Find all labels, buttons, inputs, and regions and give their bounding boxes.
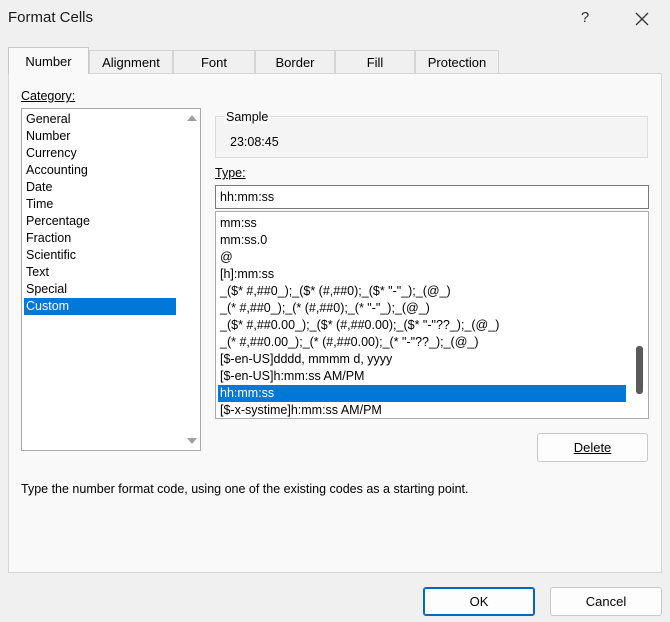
scroll-up-icon[interactable] bbox=[187, 115, 197, 121]
sample-value: 23:08:45 bbox=[230, 135, 279, 149]
tab-fill[interactable]: Fill bbox=[335, 50, 415, 73]
title-bar: Format Cells ? bbox=[0, 0, 670, 36]
type-item[interactable]: @ bbox=[218, 249, 626, 266]
category-item-custom[interactable]: Custom bbox=[24, 298, 176, 315]
type-item[interactable]: mm:ss.0 bbox=[218, 232, 626, 249]
close-icon bbox=[635, 12, 649, 26]
category-scrollbar[interactable] bbox=[183, 109, 200, 450]
type-item[interactable]: _(* #,##0.00_);_(* (#,##0.00);_(* "-"??_… bbox=[218, 334, 626, 351]
category-listbox[interactable]: General Number Currency Accounting Date … bbox=[21, 108, 201, 451]
type-item[interactable]: mm:ss bbox=[218, 215, 626, 232]
category-item-fraction[interactable]: Fraction bbox=[24, 230, 178, 247]
sample-group: Sample 23:08:45 bbox=[215, 110, 648, 158]
tab-protection[interactable]: Protection bbox=[415, 50, 499, 73]
category-label: Category: bbox=[21, 89, 76, 103]
sample-label: Sample bbox=[224, 110, 271, 124]
type-input[interactable]: hh:mm:ss bbox=[215, 185, 649, 209]
category-item-special[interactable]: Special bbox=[24, 281, 178, 298]
ok-button[interactable]: OK bbox=[423, 587, 535, 616]
type-label: Type: bbox=[215, 166, 246, 180]
category-item-number[interactable]: Number bbox=[24, 128, 178, 145]
category-item-date[interactable]: Date bbox=[24, 179, 178, 196]
category-item-accounting[interactable]: Accounting bbox=[24, 162, 178, 179]
type-scrollbar[interactable] bbox=[631, 212, 648, 418]
scroll-down-icon[interactable] bbox=[187, 438, 197, 444]
help-text: Type the number format code, using one o… bbox=[21, 482, 469, 496]
type-item[interactable]: _($* #,##0_);_($* (#,##0);_($* "-"_);_(@… bbox=[218, 283, 626, 300]
category-item-currency[interactable]: Currency bbox=[24, 145, 178, 162]
tab-alignment[interactable]: Alignment bbox=[89, 50, 173, 73]
number-tab-panel: Category: General Number Currency Accoun… bbox=[8, 73, 662, 573]
type-item[interactable]: [h]:mm:ss bbox=[218, 266, 626, 283]
type-item-selected[interactable]: hh:mm:ss bbox=[218, 385, 626, 402]
help-button[interactable]: ? bbox=[572, 6, 598, 30]
tab-number[interactable]: Number bbox=[8, 47, 89, 74]
type-item[interactable]: [$-en-US]dddd, mmmm d, yyyy bbox=[218, 351, 626, 368]
type-item[interactable]: _($* #,##0.00_);_($* (#,##0.00);_($* "-"… bbox=[218, 317, 626, 334]
cancel-button[interactable]: Cancel bbox=[550, 587, 662, 616]
type-item[interactable]: [$-x-systime]h:mm:ss AM/PM bbox=[218, 402, 626, 418]
category-item-text[interactable]: Text bbox=[24, 264, 178, 281]
type-listbox[interactable]: mm:ss mm:ss.0 @ [h]:mm:ss _($* #,##0_);_… bbox=[215, 211, 649, 419]
category-item-percentage[interactable]: Percentage bbox=[24, 213, 178, 230]
type-scrollbar-thumb[interactable] bbox=[636, 346, 643, 394]
type-item[interactable]: [$-en-US]h:mm:ss AM/PM bbox=[218, 368, 626, 385]
delete-button[interactable]: Delete bbox=[537, 433, 648, 462]
category-item-general[interactable]: General bbox=[24, 111, 178, 128]
category-item-time[interactable]: Time bbox=[24, 196, 178, 213]
tab-border[interactable]: Border bbox=[255, 50, 335, 73]
category-item-scientific[interactable]: Scientific bbox=[24, 247, 178, 264]
dialog-title: Format Cells bbox=[8, 9, 94, 26]
close-button[interactable] bbox=[628, 6, 656, 30]
type-item[interactable]: _(* #,##0_);_(* (#,##0);_(* "-"_);_(@_) bbox=[218, 300, 626, 317]
tab-font[interactable]: Font bbox=[173, 50, 255, 73]
